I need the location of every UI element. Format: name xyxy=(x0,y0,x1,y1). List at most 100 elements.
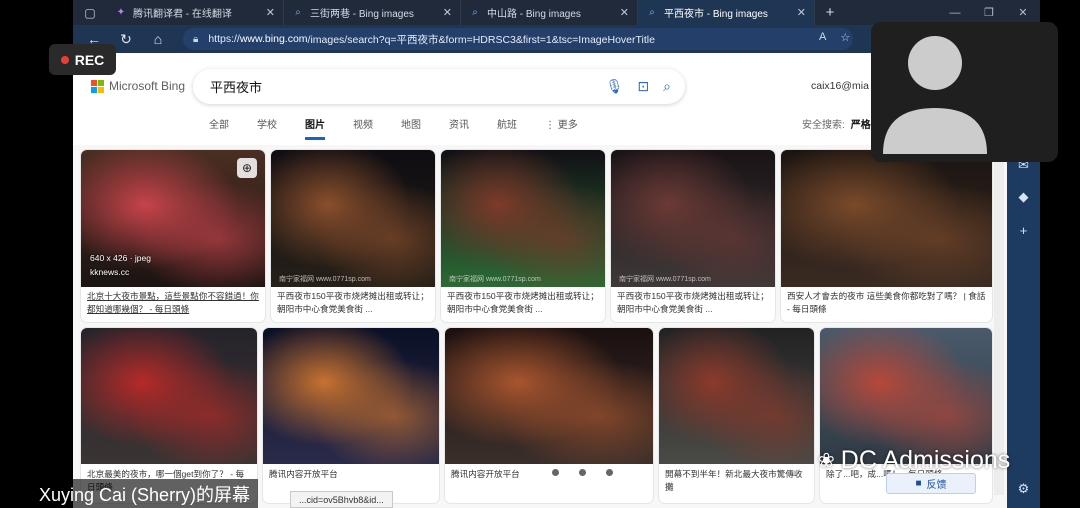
page-scrollbar[interactable] xyxy=(994,145,1004,495)
bing-logo[interactable]: Microsoft Bing xyxy=(91,79,185,93)
result-caption[interactable]: 平西夜市150平夜市烧烤摊出租或转让；朝阳市中心食党美食街 ... xyxy=(617,290,769,318)
image-result[interactable]: 開幕不到半年！新北最大夜市驚傳收攤 xyxy=(659,328,814,503)
close-icon[interactable]: ✕ xyxy=(266,6,275,19)
refresh-button[interactable]: ↻ xyxy=(110,31,142,48)
close-icon[interactable]: ✕ xyxy=(620,6,629,19)
recording-badge: REC xyxy=(49,44,116,75)
tab-actions-button[interactable]: ▢ xyxy=(73,0,107,25)
safesearch-control[interactable]: 安全搜索: 严格 xyxy=(802,116,871,131)
feedback-label: 反馈 xyxy=(926,480,947,491)
new-tab-button[interactable]: + xyxy=(815,0,845,25)
dot xyxy=(552,469,559,476)
image-watermark: 南宁家福网 www.0771sp.com xyxy=(619,276,711,283)
watermark-text: DC Admissions xyxy=(840,446,1011,474)
translate-icon: ✦ xyxy=(116,7,126,18)
result-thumbnail[interactable] xyxy=(820,328,992,464)
tab-title: 中山路 - Bing images xyxy=(487,9,581,20)
home-button[interactable]: ⌂ xyxy=(142,31,174,47)
search-icon: ⌕ xyxy=(472,7,478,18)
address-input[interactable]: 🔒︎ https://www.bing.com/images/search?q=… xyxy=(183,28,853,50)
status-url: ...cid=ov5Bhvb8&id... xyxy=(290,491,393,508)
settings-icon[interactable]: ⚙ xyxy=(1007,481,1040,497)
tab-title: 腾讯翻译君 - 在线翻译 xyxy=(133,9,232,20)
dc-admissions-watermark: ❀ DC Admissions xyxy=(818,446,1010,475)
bing-header: Microsoft Bing 平西夜市 🎙︎ ⊡ ⌕ caix16@mia 全部… xyxy=(73,53,1007,145)
tab-title: 平西夜市 - Bing images xyxy=(664,9,768,20)
image-source[interactable]: kknews.cc xyxy=(90,267,129,277)
url-path: /images/search?q=平西夜市&form=HDRSC3&first=… xyxy=(307,33,655,46)
scope-school[interactable]: 学校 xyxy=(257,116,277,140)
image-result[interactable]: 南宁家福网 www.0771sp.com 平西夜市150平夜市烧烤摊出租或转让；… xyxy=(611,150,775,322)
scope-flights[interactable]: 航班 xyxy=(497,116,517,140)
record-dot-icon xyxy=(60,55,69,64)
feedback-icon: ■ xyxy=(915,478,922,489)
search-input[interactable]: 平西夜市 🎙︎ ⊡ ⌕ xyxy=(193,69,685,104)
safesearch-value: 严格 xyxy=(850,120,871,131)
zoom-icon[interactable]: ⊕ xyxy=(237,158,257,178)
result-thumbnail[interactable] xyxy=(81,328,257,464)
safesearch-label: 安全搜索: xyxy=(802,120,845,131)
scope-news[interactable]: 资讯 xyxy=(449,116,469,140)
result-thumbnail[interactable] xyxy=(263,328,439,464)
image-watermark: 南宁家福网 www.0771sp.com xyxy=(279,276,371,283)
add-icon[interactable]: + xyxy=(1007,223,1040,238)
search-icon[interactable]: ⌕ xyxy=(663,78,671,95)
image-result[interactable]: ⊕ 640 x 426 · jpeg kknews.cc 北京十大夜市景點，這些… xyxy=(81,150,265,322)
microphone-icon[interactable]: 🎙︎ xyxy=(606,78,624,95)
result-caption[interactable]: 腾讯内容开放平台 xyxy=(451,468,647,496)
tab-sanjie[interactable]: ⌕ 三街两巷 - Bing images ✕ xyxy=(284,0,461,25)
result-caption[interactable]: 平西夜市150平夜市烧烤摊出租或转让；朝阳市中心食党美食街 ... xyxy=(447,290,599,318)
feedback-button[interactable]: ■ 反馈 xyxy=(886,473,976,494)
tab-pingxi[interactable]: ⌕ 平西夜市 - Bing images ✕ xyxy=(638,0,815,25)
edge-drop-icon[interactable]: ◆ xyxy=(1007,189,1040,205)
image-dimensions: 640 x 426 · jpeg xyxy=(90,253,151,263)
rec-label: REC xyxy=(74,51,105,68)
result-thumbnail[interactable] xyxy=(611,150,775,287)
scope-images[interactable]: 图片 xyxy=(305,116,325,140)
result-caption[interactable]: 北京十大夜市景點，這些景點你不容錯過！你都知道哪幾個？ - 每日頭條 xyxy=(87,290,259,318)
image-result[interactable]: 南宁家福网 www.0771sp.com 平西夜市150平夜市烧烤摊出租或转让；… xyxy=(441,150,605,322)
account-name[interactable]: caix16@mia xyxy=(811,80,869,92)
tab-translate[interactable]: ✦ 腾讯翻译君 - 在线翻译 ✕ xyxy=(107,0,284,25)
read-aloud-icon[interactable]: A xyxy=(819,31,826,44)
result-thumbnail[interactable] xyxy=(271,150,435,287)
bing-images-page: Microsoft Bing 平西夜市 🎙︎ ⊡ ⌕ caix16@mia 全部… xyxy=(73,53,1007,508)
participant-video-tile xyxy=(871,22,1058,162)
url-host: www.bing.com xyxy=(239,33,308,45)
result-caption[interactable]: 西安人才會去的夜市 這些美食你都吃對了嗎？ | 食話 - 每日頭條 xyxy=(787,290,986,318)
favorite-icon[interactable]: ☆ xyxy=(840,31,850,44)
image-result[interactable]: 北京最美的夜市，哪一個get到你了？ - 每日頭條 xyxy=(81,328,257,503)
scope-maps[interactable]: 地图 xyxy=(401,116,421,140)
scope-all[interactable]: 全部 xyxy=(209,116,229,140)
image-result[interactable]: 腾讯内容开放平台 xyxy=(263,328,439,503)
result-thumbnail[interactable] xyxy=(445,328,653,464)
scope-tabs: 全部 学校 图片 视频 地图 资讯 航班 ⋮ 更多 xyxy=(209,116,606,140)
presenter-label: Xuying Cai (Sherry)的屏幕 xyxy=(31,479,259,508)
result-thumbnail[interactable] xyxy=(781,150,992,287)
result-caption[interactable]: 開幕不到半年！新北最大夜市驚傳收攤 xyxy=(665,468,808,496)
scope-videos[interactable]: 视频 xyxy=(353,116,373,140)
microsoft-logo-icon xyxy=(91,79,104,93)
avatar-placeholder-icon xyxy=(883,36,987,154)
visual-search-icon[interactable]: ⊡ xyxy=(637,78,649,95)
tab-title: 三街两巷 - Bing images xyxy=(310,9,414,20)
scope-more[interactable]: ⋮ 更多 xyxy=(545,116,578,140)
result-thumbnail[interactable] xyxy=(441,150,605,287)
image-result[interactable]: 腾讯内容开放平台 xyxy=(445,328,653,503)
wechat-icon: ❀ xyxy=(818,450,835,472)
search-icon: ⌕ xyxy=(649,7,655,18)
search-query: 平西夜市 xyxy=(210,80,263,95)
carousel-dots xyxy=(552,469,613,476)
tab-zhongshan[interactable]: ⌕ 中山路 - Bing images ✕ xyxy=(461,0,638,25)
close-icon[interactable]: ✕ xyxy=(797,6,806,19)
dot xyxy=(606,469,613,476)
screen-share: ▢ ✦ 腾讯翻译君 - 在线翻译 ✕ ⌕ 三街两巷 - Bing images … xyxy=(0,0,1080,508)
result-thumbnail[interactable] xyxy=(659,328,814,464)
image-result[interactable]: 南宁家福网 www.0771sp.com 平西夜市150平夜市烧烤摊出租或转让；… xyxy=(271,150,435,322)
image-result[interactable]: 西安人才會去的夜市 這些美食你都吃對了嗎？ | 食話 - 每日頭條 xyxy=(781,150,992,322)
logo-text: Microsoft Bing xyxy=(109,79,186,93)
close-icon[interactable]: ✕ xyxy=(443,6,452,19)
result-caption[interactable]: 平西夜市150平夜市烧烤摊出租或转让；朝阳市中心食党美食街 ... xyxy=(277,290,429,318)
search-icon: ⌕ xyxy=(295,7,301,18)
url-scheme: https:// xyxy=(208,33,240,45)
